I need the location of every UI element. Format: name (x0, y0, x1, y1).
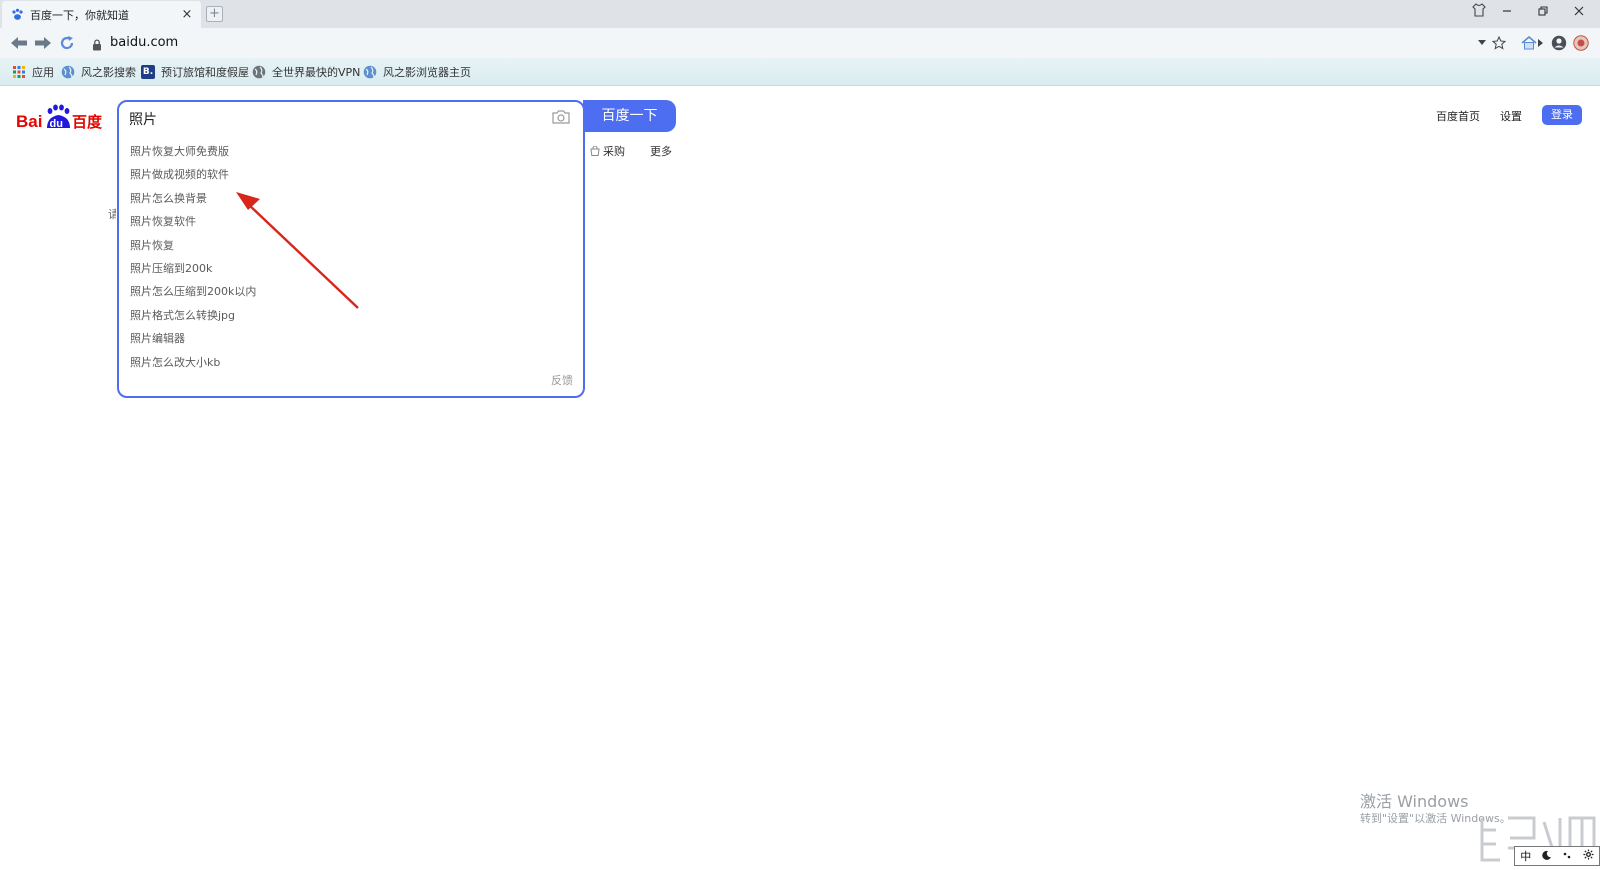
bookmark-booking[interactable]: B. 预订旅馆和度假屋 (141, 63, 249, 81)
nav-more[interactable]: 更多 (650, 143, 672, 159)
browser-tab[interactable]: 百度一下，你就知道 × (2, 1, 201, 28)
suggestion-item[interactable]: 照片格式怎么转换jpg (130, 306, 256, 329)
globe-icon (252, 65, 266, 79)
suggestion-item[interactable]: 照片怎么换背景 (130, 189, 256, 212)
hidden-text-fragment: 请 (108, 208, 116, 221)
caret-right-icon[interactable] (1536, 35, 1544, 51)
bookmark-homepage[interactable]: 风之影浏览器主页 (363, 63, 471, 81)
bookmark-label: 风之影浏览器主页 (383, 66, 471, 79)
camera-icon[interactable] (551, 109, 571, 127)
search-box: 照片恢复大师免费版 照片做成视频的软件 照片怎么换背景 照片恢复软件 照片恢复 … (117, 100, 585, 398)
suggestion-item[interactable]: 照片恢复软件 (130, 212, 256, 235)
star-icon[interactable] (1490, 35, 1508, 51)
address-bar (0, 28, 1600, 58)
apps-icon (12, 65, 26, 79)
forward-arrow-icon[interactable] (34, 34, 52, 52)
suggestion-item[interactable]: 照片压缩到200k (130, 259, 256, 282)
settings-link[interactable]: 设置 (1500, 108, 1522, 124)
bookmark-search[interactable]: 风之影搜索 (61, 63, 136, 81)
back-arrow-icon[interactable] (10, 34, 28, 52)
close-window-icon[interactable] (1566, 3, 1592, 23)
minimize-icon[interactable] (1494, 3, 1520, 23)
activate-windows-title: 激活 Windows (1360, 792, 1469, 811)
login-button[interactable]: 登录 (1542, 105, 1582, 125)
bookmark-vpn[interactable]: 全世界最快的VPN (252, 63, 360, 81)
ime-toolbar[interactable]: 中 (1514, 846, 1600, 866)
suggestion-item[interactable]: 照片恢复大师免费版 (130, 142, 256, 165)
globe-icon (61, 65, 75, 79)
baidu-home-link[interactable]: 百度首页 (1436, 108, 1480, 124)
punctuation-icon[interactable] (1562, 850, 1572, 863)
suggestion-list: 照片恢复大师免费版 照片做成视频的软件 照片怎么换背景 照片恢复软件 照片恢复 … (130, 142, 256, 376)
globe-icon (363, 65, 377, 79)
baidu-paw-icon (10, 8, 24, 22)
logo-text-right: 百度 (72, 113, 103, 131)
account-icon[interactable] (1550, 35, 1568, 51)
lock-icon (92, 36, 102, 51)
bookmark-label: 应用 (32, 66, 54, 79)
url-field[interactable]: baidu.com (110, 35, 178, 50)
close-tab-icon[interactable]: × (179, 7, 195, 23)
moon-icon[interactable] (1542, 850, 1552, 863)
ime-lang[interactable]: 中 (1520, 848, 1531, 864)
bookmark-label: 风之影搜索 (81, 66, 136, 79)
suggestion-item[interactable]: 照片怎么压缩到200k以内 (130, 282, 256, 305)
restore-icon[interactable] (1530, 3, 1556, 23)
suggestion-item[interactable]: 照片做成视频的软件 (130, 165, 256, 188)
suggestion-item[interactable]: 照片恢复 (130, 236, 256, 259)
logo-text-paw: du (50, 118, 63, 130)
feedback-link[interactable]: 反馈 (551, 372, 573, 388)
new-tab-button[interactable]: + (206, 6, 223, 22)
search-input[interactable] (129, 109, 529, 129)
logo-text-left: Bai (16, 112, 42, 131)
bookmark-label: 预订旅馆和度假屋 (161, 66, 249, 79)
nav-purchase-label: 采购 (603, 145, 625, 158)
bookmarks-bar: 应用 风之影搜索 B. 预订旅馆和度假屋 全世界最快的VPN 风之影浏览器主页 (0, 58, 1600, 86)
suggestion-item[interactable]: 照片怎么改大小kb (130, 353, 256, 376)
tab-strip: 百度一下，你就知道 × + (0, 0, 1600, 28)
search-button[interactable]: 百度一下 (583, 100, 676, 132)
booking-icon: B. (141, 65, 155, 79)
refresh-icon[interactable] (58, 34, 76, 52)
nav-purchase[interactable]: 采购 (590, 143, 625, 159)
bookmark-label: 全世界最快的VPN (272, 66, 361, 79)
gear-icon[interactable] (1583, 849, 1594, 863)
purchase-icon (590, 146, 600, 156)
dropdown-caret-icon[interactable] (1473, 35, 1491, 51)
suggestion-item[interactable]: 照片编辑器 (130, 329, 256, 352)
tab-title: 百度一下，你就知道 (30, 8, 129, 22)
extension-avatar-icon[interactable] (1572, 35, 1590, 51)
skin-icon[interactable] (1466, 3, 1492, 23)
baidu-logo[interactable]: Bai du 百度 (16, 103, 104, 131)
bookmark-apps[interactable]: 应用 (12, 63, 54, 81)
